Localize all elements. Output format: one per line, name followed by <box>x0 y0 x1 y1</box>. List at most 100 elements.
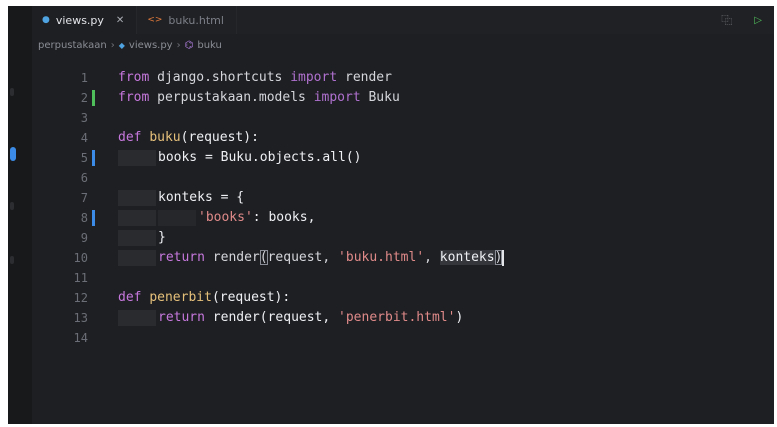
code-token: Buku <box>368 90 400 105</box>
code-token: penerbit <box>149 290 212 305</box>
code-line[interactable]: 7 konteks = { <box>32 188 774 208</box>
code-token: 'penerbit.html' <box>338 310 456 325</box>
tab-views-py[interactable]: ● views.py ✕ <box>32 6 138 34</box>
line-number: 12 <box>73 291 88 305</box>
code-text: def penerbit(request): <box>118 288 290 308</box>
code-token: return <box>158 250 213 265</box>
modified-line-marker[interactable] <box>92 150 95 166</box>
code-line[interactable]: 14 <box>32 328 774 348</box>
editor-actions: ⿻ ▷ <box>721 6 774 34</box>
code-text: def buku(request): <box>118 128 259 148</box>
code-token: konteks <box>439 250 495 265</box>
code-line[interactable]: 12 def penerbit(request): <box>32 288 774 308</box>
line-number: 6 <box>80 171 88 185</box>
breadcrumb-folder[interactable]: perpustakaan <box>38 40 107 51</box>
html-file-icon: <> <box>147 15 163 25</box>
activity-item[interactable] <box>10 256 14 264</box>
chevron-right-icon: › <box>110 39 115 51</box>
activity-item[interactable] <box>10 202 14 210</box>
code-token: import <box>313 90 369 105</box>
tab-buku-html[interactable]: <> buku.html <box>137 6 237 34</box>
line-number: 3 <box>80 111 88 125</box>
code-line[interactable]: 1 from django.shortcuts import render <box>32 68 774 88</box>
line-number: 11 <box>73 271 88 285</box>
code-line[interactable]: 9} <box>32 228 774 248</box>
code-token: request, <box>267 250 339 265</box>
tab-label: views.py <box>55 13 104 27</box>
code-line[interactable]: 4 def buku(request): <box>32 128 774 148</box>
code-token: import <box>290 70 345 85</box>
code-line[interactable]: 5 books = Buku.objects.all() <box>32 148 774 168</box>
activity-bar <box>8 6 32 424</box>
code-token: : books, <box>252 210 316 225</box>
editor-window: ● views.py ✕ <> buku.html ⿻ ▷ perpustaka… <box>8 6 774 424</box>
indent-guide <box>118 209 156 226</box>
code-token: render <box>212 250 260 265</box>
code-token: render <box>345 70 392 85</box>
line-number: 10 <box>73 251 88 265</box>
code-token: 'books' <box>198 210 253 225</box>
code-text: return render(request, 'penerbit.html') <box>118 308 463 328</box>
code-line[interactable]: 2 from perpustakaan.models import Buku <box>32 88 774 108</box>
code-text: 'books': books, <box>118 208 315 228</box>
indent-guide <box>118 249 156 266</box>
breadcrumb-symbol[interactable]: buku <box>197 40 222 51</box>
code-token: (request): <box>211 290 291 305</box>
indent-guide <box>118 229 156 246</box>
code-token: django.shortcuts <box>157 70 291 85</box>
indent-guide <box>118 149 156 166</box>
code-token: konteks = { <box>158 190 245 205</box>
python-file-icon: ● <box>42 15 50 25</box>
code-token: 'buku.html' <box>338 250 425 265</box>
code-token: ) <box>494 250 503 265</box>
line-number: 7 <box>80 191 88 205</box>
code-line[interactable]: 3 <box>32 108 774 128</box>
chevron-right-icon: › <box>176 39 181 51</box>
text-cursor <box>502 249 505 266</box>
code-text: books = Buku.objects.all() <box>118 148 362 168</box>
code-line[interactable]: 6 <box>32 168 774 188</box>
code-token: ( <box>259 250 268 265</box>
line-number: 5 <box>80 151 88 165</box>
code-token: def <box>118 130 150 145</box>
tab-label: buku.html <box>168 13 224 27</box>
code-token: } <box>158 230 166 245</box>
code-text: } <box>118 228 166 248</box>
code-token: ) <box>455 310 464 325</box>
code-text: from django.shortcuts import render <box>118 68 392 88</box>
breadcrumb: perpustakaan › ◆ views.py › ⌬ buku <box>38 36 222 54</box>
split-editor-icon[interactable]: ⿻ <box>721 12 732 28</box>
code-token: from <box>118 90 158 105</box>
function-symbol-icon: ⌬ <box>184 39 194 51</box>
line-number: 13 <box>73 311 88 325</box>
code-editor[interactable]: 1 from django.shortcuts import render 2 fro… <box>32 68 774 424</box>
line-number: 9 <box>80 231 88 245</box>
modified-line-marker[interactable] <box>92 210 95 226</box>
close-icon[interactable]: ✕ <box>116 15 124 26</box>
indent-guide <box>118 309 156 326</box>
indent-guide <box>118 189 156 206</box>
activity-active-indicator <box>10 147 16 161</box>
code-line[interactable]: 11 <box>32 268 774 288</box>
code-text: from perpustakaan.models import Buku <box>118 88 400 108</box>
activity-item[interactable] <box>10 88 14 96</box>
code-line[interactable]: 8 'books': books, <box>32 208 774 228</box>
run-icon[interactable]: ▷ <box>754 15 762 26</box>
python-file-icon: ◆ <box>118 40 125 50</box>
added-line-marker[interactable] <box>92 90 95 106</box>
code-token: , <box>424 250 440 265</box>
breadcrumb-file[interactable]: views.py <box>129 40 173 51</box>
code-token: render(request, <box>212 310 339 325</box>
line-number: 1 <box>80 71 88 85</box>
line-number: 4 <box>80 131 88 145</box>
code-text: konteks = { <box>118 188 244 208</box>
code-token: perpustakaan.models <box>157 90 314 105</box>
line-number: 14 <box>73 331 88 345</box>
code-line[interactable]: 13 return render(request, 'penerbit.html'… <box>32 308 774 328</box>
code-text: return render(request, 'buku.html', kont… <box>118 248 505 268</box>
tab-bar: ● views.py ✕ <> buku.html ⿻ ▷ <box>32 6 774 34</box>
code-token: books = Buku.objects.all() <box>158 150 362 165</box>
code-line[interactable]: 10 return render(request, 'buku.html', ko… <box>32 248 774 268</box>
code-token: from <box>118 70 158 85</box>
line-number: 2 <box>80 91 88 105</box>
